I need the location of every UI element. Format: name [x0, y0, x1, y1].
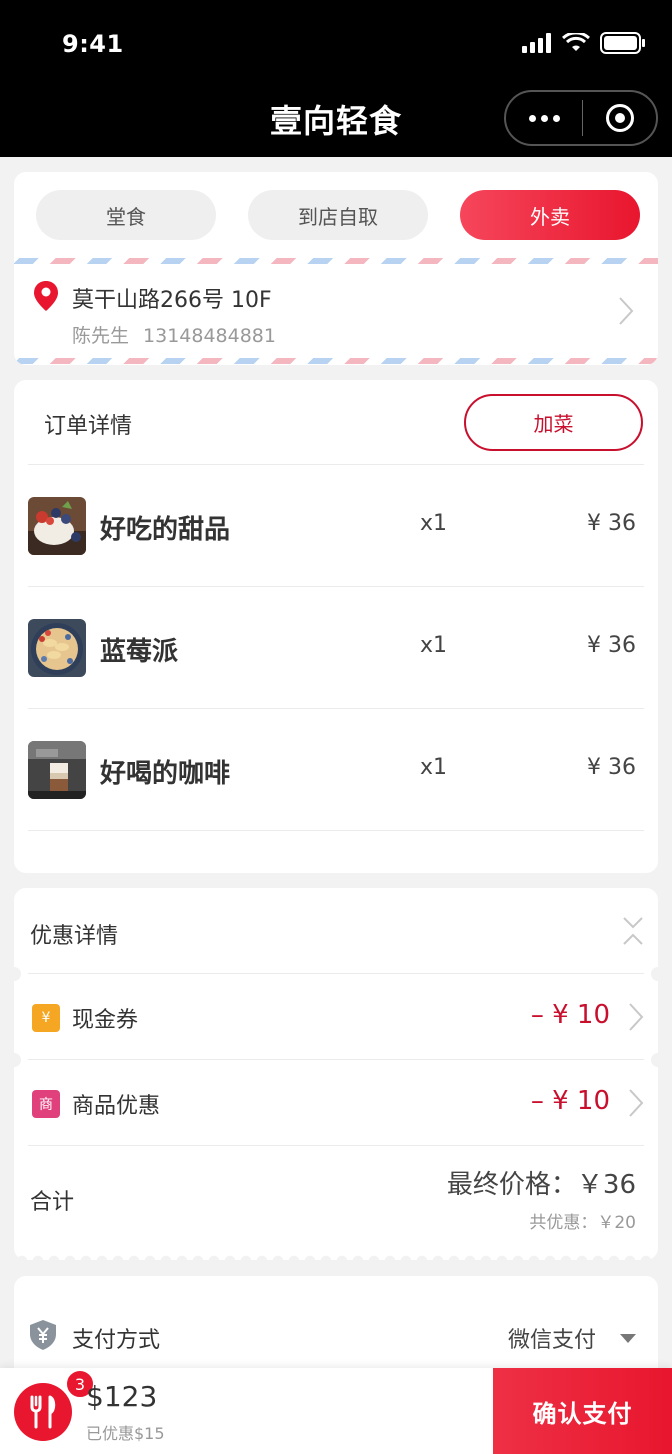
discount-row-product[interactable]: 商 商品优惠 – ¥ 10: [28, 1060, 644, 1146]
miniprogram-capsule: [504, 90, 658, 146]
status-time: 9:41: [62, 30, 124, 58]
location-pin-icon: [34, 281, 58, 311]
total-discount: 已优惠$15: [86, 1424, 165, 1443]
item-price: ¥ 36: [587, 511, 636, 536]
order-details-card: 订单详情 加菜 好吃的甜品 x1 ¥ 36 蓝莓派 x1 ¥ 36 好喝的咖啡 …: [14, 380, 658, 873]
item-price: ¥ 36: [587, 633, 636, 658]
blueberry-pie-image: [28, 619, 86, 677]
item-name: 好喝的咖啡: [100, 759, 231, 789]
top-bar: 9:41 壹向轻食: [0, 0, 672, 157]
add-dish-button[interactable]: 加菜: [464, 394, 643, 451]
tab-dine-in[interactable]: 堂食: [36, 190, 216, 240]
item-name: 蓝莓派: [100, 637, 179, 667]
total-amount: $123: [86, 1380, 158, 1413]
order-mode-tabs: 堂食 到店自取 外卖: [36, 190, 640, 240]
address-line[interactable]: 莫干山路266号 10F: [72, 282, 272, 314]
confirm-pay-button[interactable]: 确认支付: [493, 1368, 672, 1454]
notch: [7, 967, 21, 981]
coffee-image: [28, 741, 86, 799]
tab-delivery[interactable]: 外卖: [460, 190, 640, 240]
signal-icon: [522, 33, 551, 53]
target-icon: [605, 104, 634, 132]
item-qty: x1: [420, 633, 448, 658]
item-qty: x1: [420, 755, 448, 780]
cart-button[interactable]: 3: [14, 1369, 95, 1441]
discount-row-coupon[interactable]: ¥ 现金券 – ¥ 10: [28, 974, 644, 1060]
wifi-icon: [562, 33, 590, 51]
close-miniprogram-button[interactable]: [583, 104, 656, 132]
discount-label: 商品优惠: [72, 1094, 161, 1119]
cash-coupon-icon: ¥: [32, 1004, 60, 1032]
airmail-border-top: [14, 258, 658, 264]
shield-yen-icon: [30, 1320, 56, 1350]
payment-method-select[interactable]: 微信支付: [508, 1322, 596, 1354]
airmail-border-bottom: [14, 358, 658, 364]
battery-icon: [600, 32, 645, 54]
divider: [28, 830, 644, 831]
mode-address-card: 堂食 到店自取 外卖 莫干山路266号 10F 陈先生 13148484881: [14, 172, 658, 365]
order-item: 蓝莓派 x1 ¥ 36: [28, 587, 644, 707]
discount-card: 优惠详情 ¥ 现金券 – ¥ 10 商 商品优惠 – ¥ 10 合计 最终价格：…: [7, 888, 665, 1261]
chevron-right-icon: [629, 1089, 644, 1117]
collapse-icon[interactable]: [622, 916, 644, 946]
more-icon[interactable]: [506, 114, 582, 122]
checkout-bar: 3 $123 已优惠$15 确认支付: [0, 1368, 672, 1454]
discount-label: 现金券: [72, 1008, 139, 1033]
order-item: 好吃的甜品 x1 ¥ 36: [28, 465, 644, 585]
contact-name: 陈先生: [72, 325, 130, 347]
final-price: 最终价格：￥36: [446, 1170, 636, 1200]
scallop-edge: [14, 1251, 658, 1261]
item-qty: x1: [420, 511, 448, 536]
contact-phone: 13148484881: [143, 325, 276, 347]
divider: [28, 1145, 644, 1146]
status-icons: [522, 30, 646, 56]
order-details-title: 订单详情: [44, 414, 133, 439]
dessert-image: [28, 497, 86, 555]
cutlery-icon: [30, 1395, 56, 1429]
chevron-right-icon: [629, 1003, 644, 1031]
chevron-down-icon[interactable]: [620, 1334, 636, 1343]
total-label: 合计: [30, 1190, 75, 1215]
tab-pickup[interactable]: 到店自取: [248, 190, 428, 240]
notch: [651, 1053, 665, 1067]
chevron-right-icon[interactable]: [618, 296, 634, 326]
payment-label: 支付方式: [72, 1328, 161, 1353]
discount-value: – ¥ 10: [530, 1000, 610, 1030]
notch: [7, 1053, 21, 1067]
address-contact: 陈先生 13148484881: [72, 321, 276, 348]
product-discount-icon: 商: [32, 1090, 60, 1118]
total-saved: 共优惠：￥20: [529, 1213, 636, 1233]
discount-title: 优惠详情: [30, 924, 119, 949]
item-name: 好吃的甜品: [100, 515, 231, 545]
discount-value: – ¥ 10: [530, 1086, 610, 1116]
order-item: 好喝的咖啡 x1 ¥ 36: [28, 709, 644, 829]
item-price: ¥ 36: [587, 755, 636, 780]
notch: [651, 967, 665, 981]
